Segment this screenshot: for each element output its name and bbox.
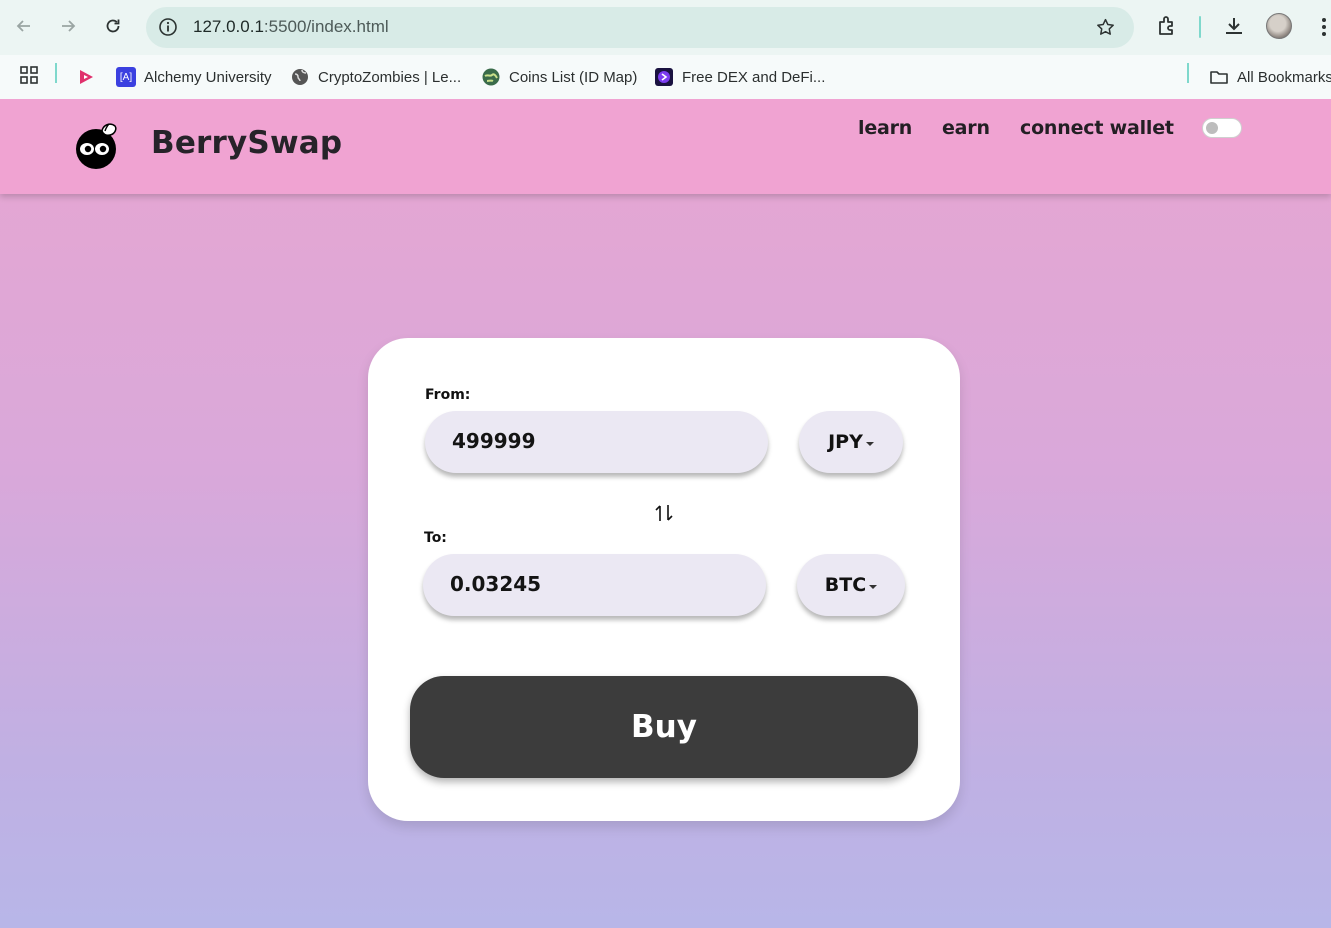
nav-learn-link[interactable]: learn — [858, 117, 912, 139]
toggle-knob — [1206, 122, 1218, 134]
to-amount-value: 0.03245 — [450, 572, 542, 596]
dex-icon — [655, 68, 673, 86]
caret-down-icon — [865, 442, 874, 446]
swap-direction-icon[interactable] — [652, 501, 676, 525]
bookmark-label: CryptoZombies | Le... — [318, 68, 462, 86]
folder-icon — [1210, 71, 1228, 84]
bookmark-label: Free DEX and DeFi... — [682, 68, 826, 86]
back-button[interactable] — [10, 12, 38, 40]
bookmark-video-app[interactable] — [76, 64, 104, 90]
all-bookmarks-label: All Bookmarks — [1237, 68, 1331, 86]
nav-earn-link[interactable]: earn — [942, 117, 990, 139]
alchemy-icon: [A] — [116, 67, 136, 87]
from-currency-value: JPY — [828, 431, 863, 453]
from-amount-value: 499999 — [452, 429, 536, 453]
from-amount-input[interactable]: 499999 — [425, 411, 768, 473]
url-path: :5500/index.html — [263, 17, 389, 36]
url-host: 127.0.0.1 — [193, 17, 264, 36]
all-bookmarks[interactable]: All Bookmarks — [1209, 64, 1331, 90]
bookmarks-divider-right — [1187, 63, 1189, 83]
address-bar[interactable]: 127.0.0.1:5500/index.html — [146, 7, 1134, 48]
profile-avatar[interactable] — [1266, 13, 1292, 39]
site-info-icon[interactable] — [158, 17, 178, 37]
bookmarks-divider — [55, 63, 57, 83]
bookmark-star-icon[interactable] — [1095, 17, 1116, 38]
bookmark-cryptozombies[interactable]: CryptoZombies | Le... — [290, 64, 461, 90]
to-currency-value: BTC — [824, 574, 867, 596]
connect-wallet-link[interactable]: connect wallet — [1020, 117, 1174, 139]
bookmark-alchemy[interactable]: [A] Alchemy University — [116, 64, 272, 90]
browser-toolbar: 127.0.0.1:5500/index.html — [0, 0, 1331, 55]
bookmark-label: Coins List (ID Map) — [509, 68, 638, 86]
toolbar-divider — [1199, 16, 1201, 38]
bookmarks-bar: [A] Alchemy University CryptoZombies | L… — [0, 55, 1331, 99]
video-app-icon — [80, 70, 93, 84]
bookmark-label: Alchemy University — [144, 68, 272, 86]
brand-name: BerrySwap — [151, 125, 343, 161]
downloads-icon[interactable] — [1222, 14, 1246, 38]
page-body: BerrySwap learn earn connect wallet From… — [0, 99, 1331, 928]
url-text: 127.0.0.1:5500/index.html — [193, 17, 389, 37]
buy-button[interactable]: Buy — [410, 676, 918, 778]
reload-icon — [106, 19, 120, 33]
site-header: BerrySwap learn earn connect wallet — [0, 99, 1331, 194]
forward-arrow-icon — [62, 20, 76, 32]
reload-button[interactable] — [99, 12, 127, 40]
to-amount-input[interactable]: 0.03245 — [423, 554, 766, 616]
forward-button[interactable] — [54, 12, 82, 40]
coin-globe-icon — [482, 68, 500, 86]
bookmark-coins-list[interactable]: Coins List (ID Map) — [481, 64, 637, 90]
back-arrow-icon — [16, 20, 30, 32]
theme-toggle[interactable] — [1202, 118, 1242, 138]
from-label: From: — [425, 387, 471, 403]
caret-down-icon — [869, 585, 878, 589]
swap-card: From: 499999 JPY To: 0.03245 BTC Buy — [368, 338, 960, 821]
more-menu-icon[interactable] — [1317, 14, 1331, 40]
globe-icon — [292, 69, 308, 85]
to-currency-select[interactable]: BTC — [797, 554, 905, 616]
from-currency-select[interactable]: JPY — [799, 411, 903, 473]
to-label: To: — [424, 530, 447, 546]
bookmark-free-dex[interactable]: Free DEX and DeFi... — [654, 64, 825, 90]
apps-grid-icon[interactable] — [19, 65, 39, 85]
extensions-icon[interactable] — [1156, 14, 1180, 38]
berry-logo-icon[interactable] — [72, 119, 122, 171]
